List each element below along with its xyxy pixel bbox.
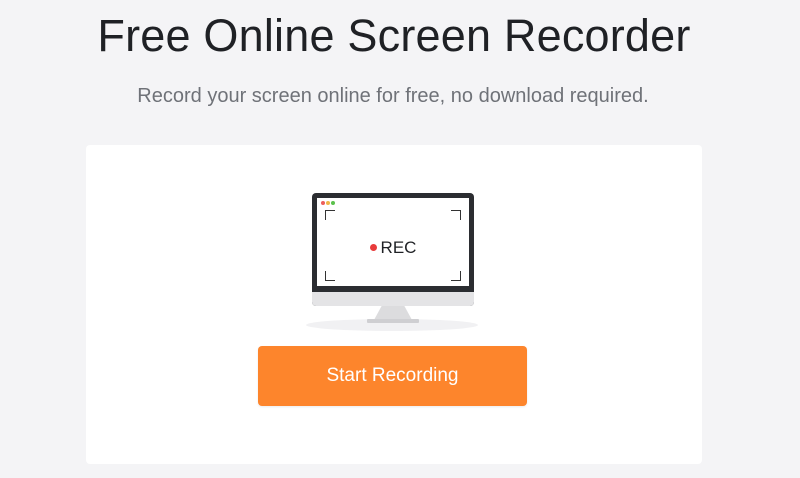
page-subtitle: Record your screen online for free, no d… — [137, 85, 649, 107]
rec-label: REC — [380, 238, 417, 257]
page-title: Free Online Screen Recorder — [97, 10, 691, 61]
window-minimize-dot — [326, 201, 330, 205]
frame-corner-top-right — [451, 210, 461, 220]
monitor-stand — [374, 306, 412, 320]
recorder-card: REC Start Recording — [86, 145, 702, 464]
start-recording-button[interactable]: Start Recording — [258, 346, 527, 406]
monitor-screen: REC — [317, 198, 469, 286]
frame-corner-bottom-left — [325, 271, 335, 281]
window-close-dot — [321, 201, 325, 205]
rec-indicator: REC — [317, 238, 469, 258]
monitor-icon: REC — [312, 193, 474, 306]
frame-corner-top-left — [325, 210, 335, 220]
recording-dot-icon — [369, 244, 377, 252]
monitor-chin — [312, 292, 474, 306]
frame-corner-bottom-right — [451, 271, 461, 281]
monitor-stand-base — [367, 319, 419, 323]
page: Free Online Screen Recorder Record your … — [0, 0, 800, 478]
window-maximize-dot — [331, 201, 335, 205]
